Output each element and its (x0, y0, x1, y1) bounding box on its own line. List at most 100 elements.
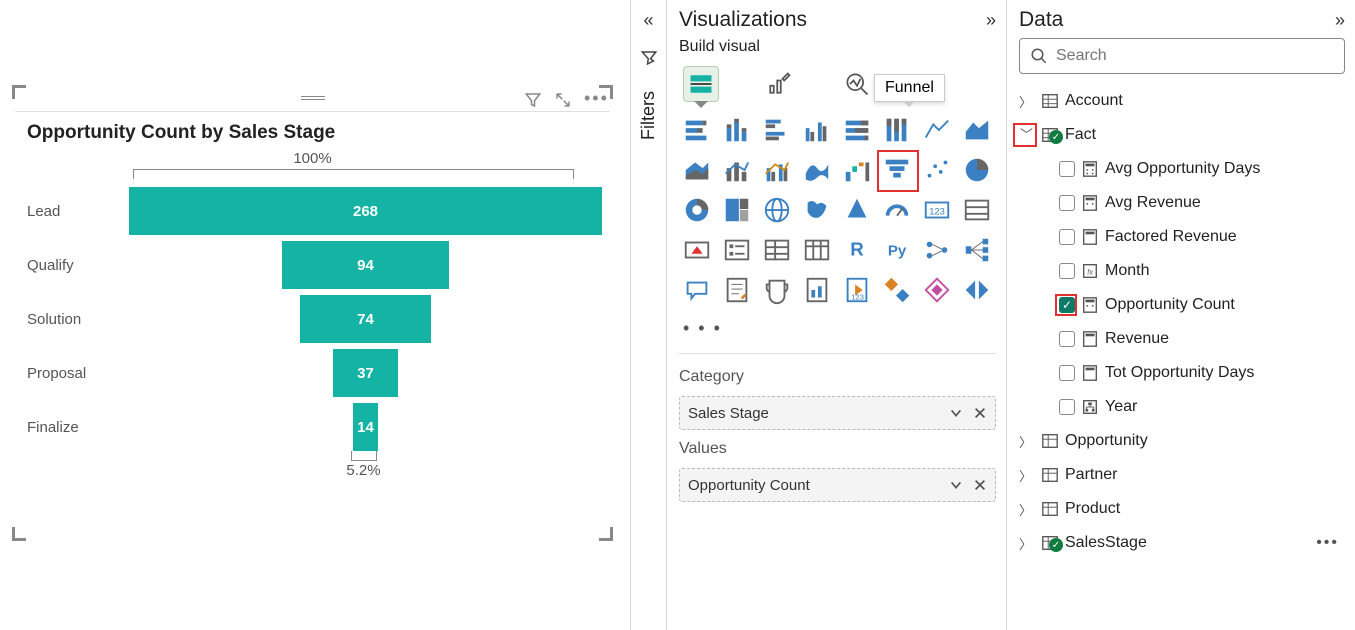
filled-map-icon[interactable] (799, 192, 835, 228)
filter-icon[interactable] (524, 91, 542, 109)
search-input[interactable] (1056, 47, 1334, 65)
collapse-visualizations-icon[interactable]: » (986, 10, 996, 31)
filters-pane-collapsed[interactable]: « Filters (630, 0, 666, 630)
remove-field-icon[interactable] (973, 478, 987, 492)
more-options-icon[interactable]: ••• (1316, 534, 1339, 552)
expand-filters-icon[interactable]: « (643, 10, 653, 31)
field-opportunity-count[interactable]: Opportunity Count (1019, 290, 1345, 320)
focus-mode-icon[interactable] (554, 91, 572, 109)
report-canvas[interactable]: ••• Opportunity Count by Sales Stage 100… (0, 0, 630, 630)
paginated-report-icon[interactable] (799, 272, 835, 308)
funnel-row[interactable]: Solution74 (27, 295, 602, 343)
100pct-stacked-column-icon[interactable] (879, 112, 915, 148)
line-stacked-column-icon[interactable] (719, 152, 755, 188)
table-opportunity[interactable]: 〉Opportunity (1019, 426, 1345, 456)
map-icon[interactable] (759, 192, 795, 228)
python-visual-icon[interactable]: Py (879, 232, 915, 268)
100pct-stacked-bar-icon[interactable] (839, 112, 875, 148)
field-checkbox[interactable] (1059, 365, 1075, 381)
pie-chart-icon[interactable] (959, 152, 995, 188)
field-avg-opp-days[interactable]: Avg Opportunity Days (1019, 154, 1345, 184)
field-month[interactable]: fxMonth (1019, 256, 1345, 286)
field-checkbox[interactable] (1059, 331, 1075, 347)
table-fact[interactable]: 〉 ✓ Fact (1019, 120, 1345, 150)
kpi-icon[interactable] (679, 232, 715, 268)
resize-handle[interactable] (12, 527, 26, 541)
azure-map-icon[interactable] (839, 192, 875, 228)
funnel-bar[interactable]: 37 (333, 349, 398, 397)
power-apps-icon[interactable]: 123 (839, 272, 875, 308)
scatter-chart-icon[interactable] (919, 152, 955, 188)
remove-field-icon[interactable] (973, 406, 987, 420)
values-well[interactable]: Opportunity Count (679, 468, 996, 502)
card-icon[interactable]: 123 (919, 192, 955, 228)
chevron-down-icon[interactable] (949, 406, 963, 420)
table-product[interactable]: 〉Product (1019, 494, 1345, 524)
field-checkbox[interactable] (1059, 297, 1075, 313)
smart-narrative-icon[interactable] (719, 272, 755, 308)
ribbon-chart-icon[interactable] (799, 152, 835, 188)
drag-handle-icon[interactable] (301, 96, 325, 101)
table-icon[interactable] (759, 232, 795, 268)
expand-icon[interactable]: 〉 (1019, 92, 1035, 111)
clustered-column-chart-icon[interactable] (799, 112, 835, 148)
funnel-row[interactable]: Finalize14 (27, 403, 602, 451)
multi-row-card-icon[interactable] (959, 192, 995, 228)
field-checkbox[interactable] (1059, 161, 1075, 177)
funnel-bar[interactable]: 268 (129, 187, 602, 235)
gauge-icon[interactable] (879, 192, 915, 228)
qa-visual-icon[interactable] (679, 272, 715, 308)
stacked-column-chart-icon[interactable] (719, 112, 755, 148)
field-tot-opp-days[interactable]: Tot Opportunity Days (1019, 358, 1345, 388)
waterfall-chart-icon[interactable] (839, 152, 875, 188)
funnel-bar[interactable]: 94 (282, 241, 448, 289)
stacked-bar-chart-icon[interactable] (679, 112, 715, 148)
line-chart-icon[interactable] (919, 112, 955, 148)
expand-icon[interactable]: 〉 (1019, 534, 1035, 553)
stacked-area-chart-icon[interactable] (679, 152, 715, 188)
key-influencers-icon[interactable] (919, 232, 955, 268)
funnel-bar[interactable]: 14 (353, 403, 378, 451)
goals-icon[interactable] (759, 272, 795, 308)
table-account[interactable]: 〉Account (1019, 86, 1345, 116)
line-clustered-column-icon[interactable] (759, 152, 795, 188)
tab-analytics[interactable] (839, 66, 875, 102)
get-more-visuals-icon[interactable] (959, 272, 995, 308)
table-salesstage[interactable]: 〉 ✓ SalesStage ••• (1019, 528, 1345, 558)
resize-handle[interactable] (599, 85, 613, 99)
field-checkbox[interactable] (1059, 195, 1075, 211)
gallery-more-icon[interactable]: • • • (679, 310, 996, 347)
expand-icon[interactable]: 〉 (1019, 500, 1035, 519)
collapse-data-icon[interactable]: » (1335, 10, 1345, 31)
area-chart-icon[interactable] (959, 112, 995, 148)
funnel-visual[interactable]: ••• Opportunity Count by Sales Stage 100… (15, 88, 610, 538)
funnel-row[interactable]: Lead268 (27, 187, 602, 235)
chevron-down-icon[interactable] (949, 478, 963, 492)
field-avg-revenue[interactable]: Avg Revenue (1019, 188, 1345, 218)
slicer-icon[interactable] (719, 232, 755, 268)
field-year[interactable]: Year (1019, 392, 1345, 422)
funnel-row[interactable]: Proposal37 (27, 349, 602, 397)
expand-icon[interactable]: 〉 (1019, 432, 1035, 451)
table-partner[interactable]: 〉Partner (1019, 460, 1345, 490)
search-box[interactable] (1019, 38, 1345, 74)
funnel-chart-icon[interactable] (879, 152, 915, 188)
collapse-icon[interactable]: 〉 (1018, 127, 1037, 143)
funnel-bar[interactable]: 74 (300, 295, 431, 343)
expand-icon[interactable]: 〉 (1019, 466, 1035, 485)
field-checkbox[interactable] (1059, 229, 1075, 245)
decomposition-tree-icon[interactable] (959, 232, 995, 268)
matrix-icon[interactable] (799, 232, 835, 268)
donut-chart-icon[interactable] (679, 192, 715, 228)
r-visual-icon[interactable]: R (839, 232, 875, 268)
funnel-row[interactable]: Qualify94 (27, 241, 602, 289)
field-checkbox[interactable] (1059, 399, 1075, 415)
resize-handle[interactable] (599, 527, 613, 541)
power-automate-icon[interactable] (879, 272, 915, 308)
clustered-bar-chart-icon[interactable] (759, 112, 795, 148)
tab-format-visual[interactable] (761, 66, 797, 102)
treemap-chart-icon[interactable] (719, 192, 755, 228)
resize-handle[interactable] (12, 85, 26, 99)
field-checkbox[interactable] (1059, 263, 1075, 279)
field-revenue[interactable]: Revenue (1019, 324, 1345, 354)
